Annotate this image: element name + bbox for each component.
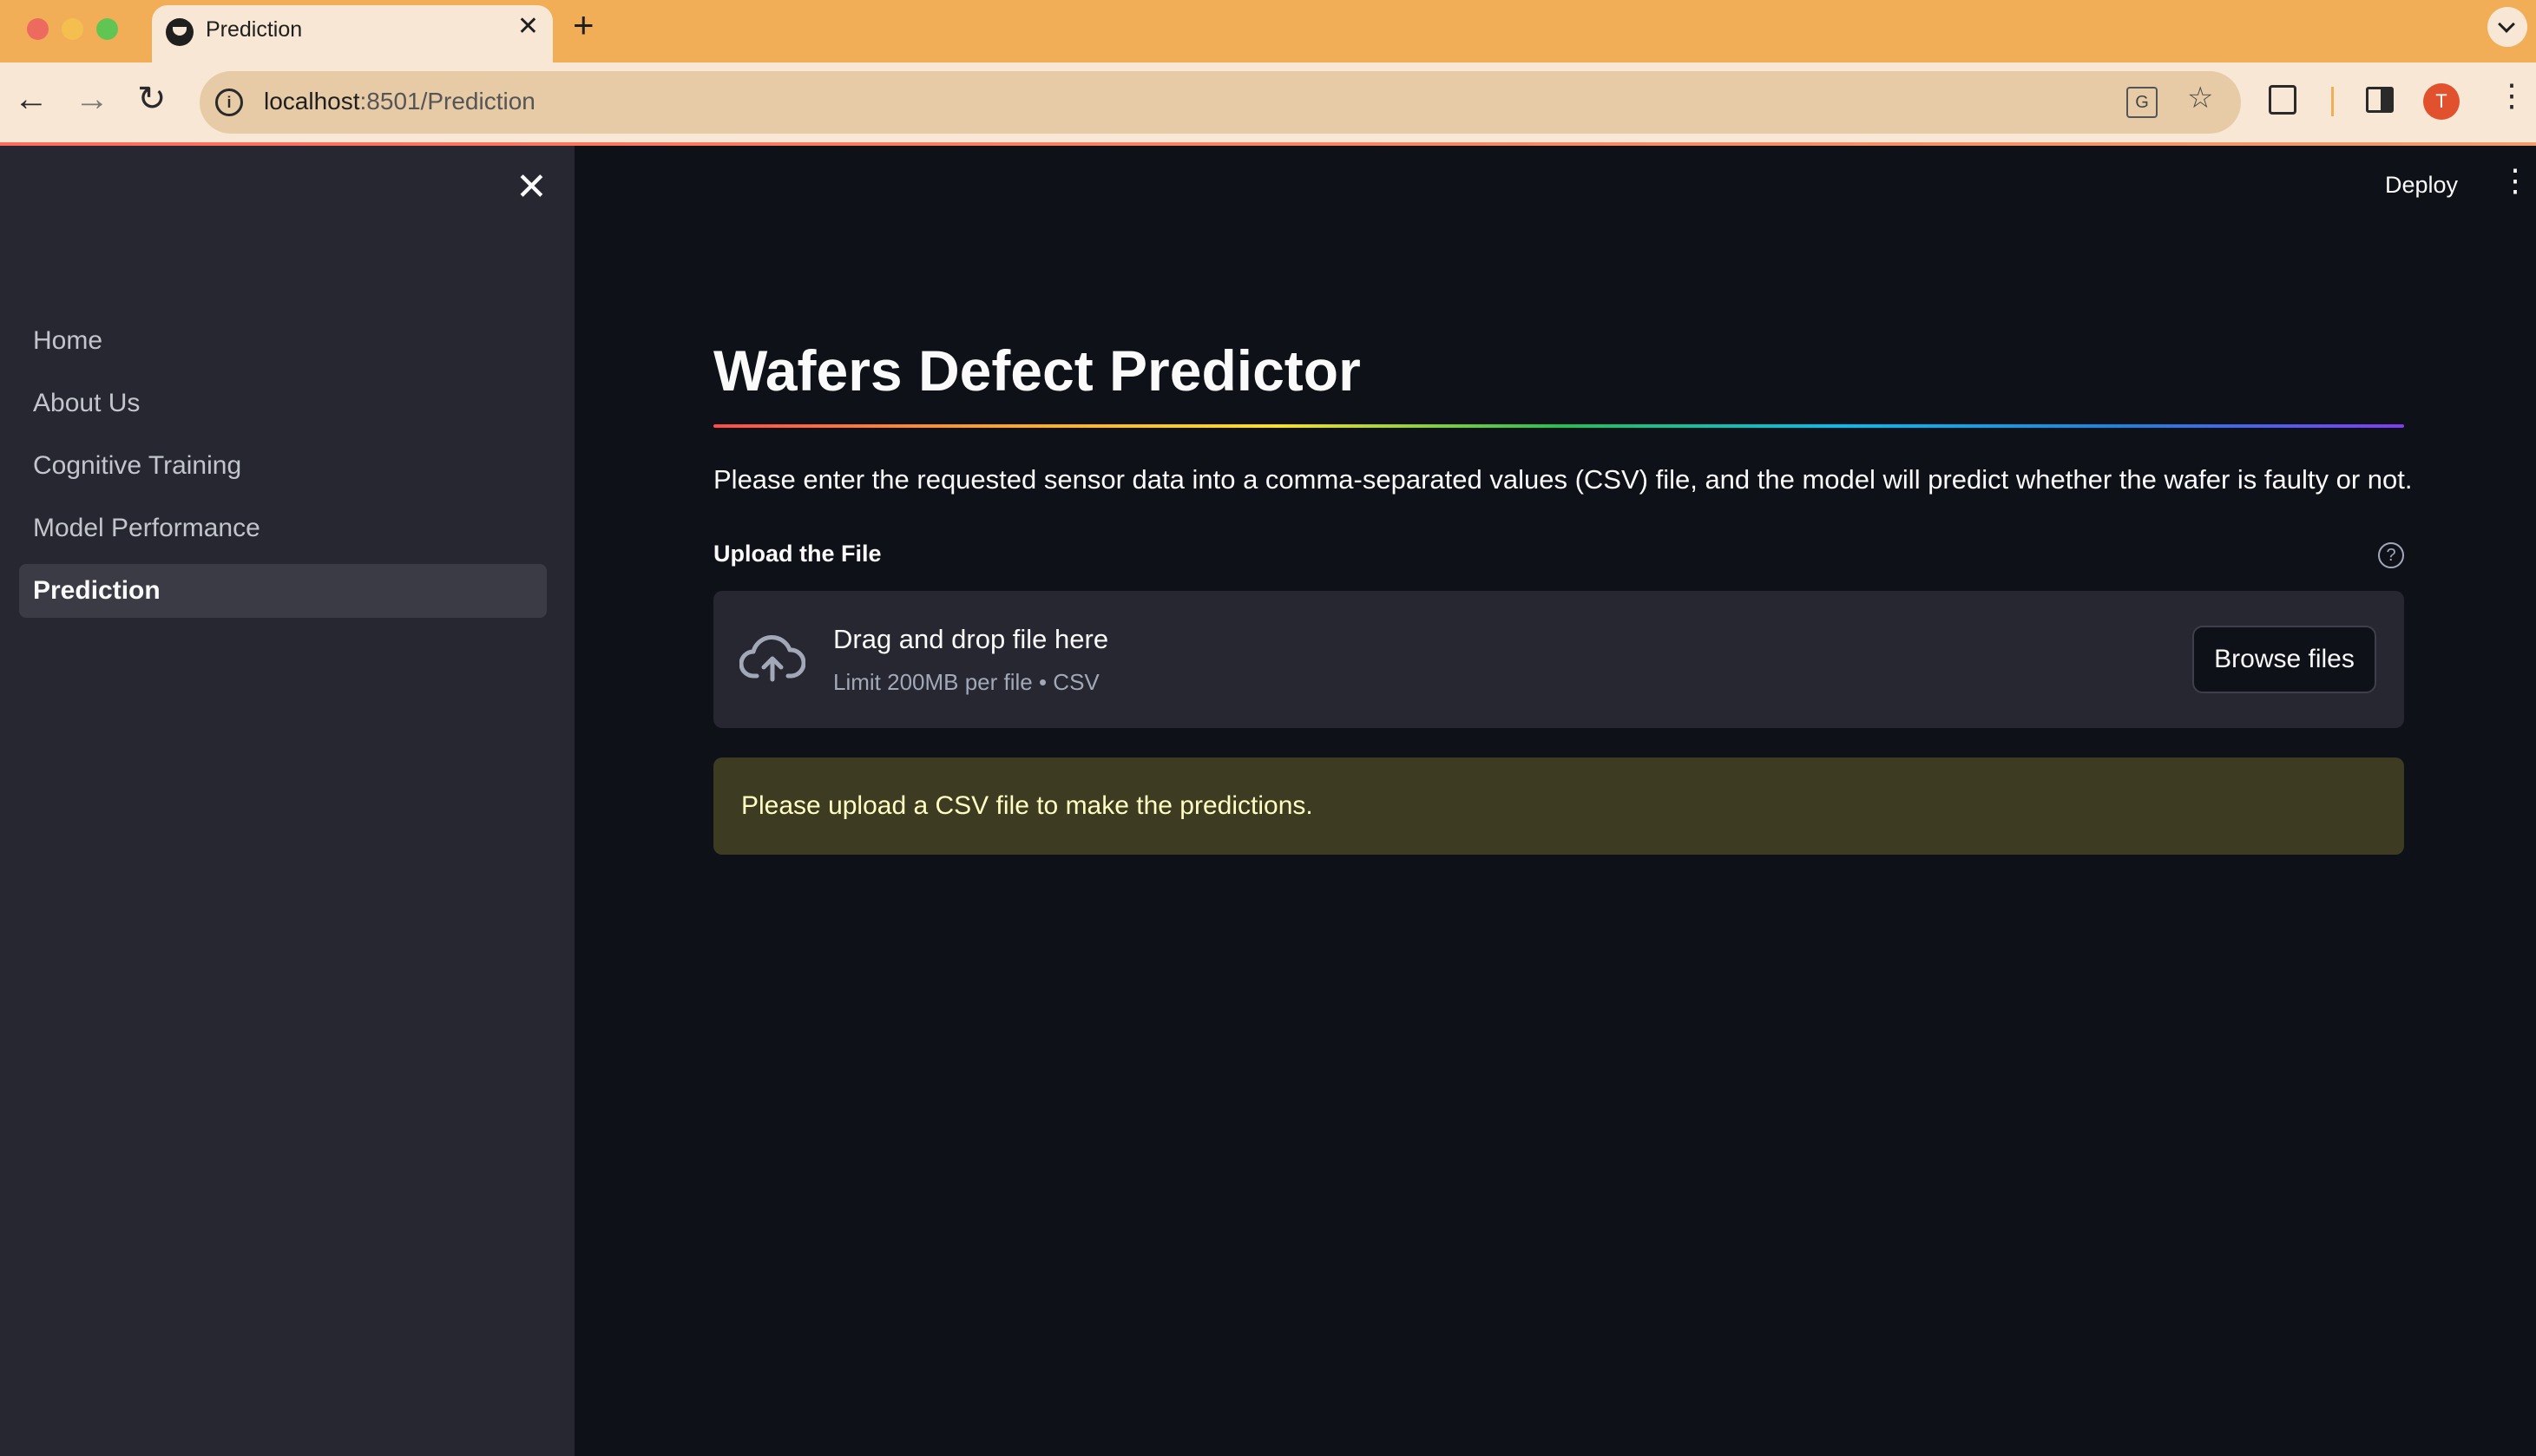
help-question-icon[interactable]: ?	[2378, 542, 2404, 569]
tab-close-icon[interactable]: ✕	[517, 14, 539, 40]
window-maximize-button[interactable]	[96, 18, 118, 40]
forward-arrow-icon[interactable]: →	[75, 82, 109, 116]
browser-menu-icon[interactable]: ⋮	[2496, 80, 2527, 111]
site-info-icon[interactable]: i	[215, 89, 243, 116]
cloud-upload-icon	[739, 635, 805, 682]
sidebar-item-cognitive-training[interactable]: Cognitive Training	[19, 439, 547, 493]
browser-toolbar: ← → ↻ i localhost:8501/Prediction G ☆ T …	[0, 62, 2536, 143]
tab-search-chevron-icon[interactable]	[2487, 7, 2527, 47]
sidebar-item-model-performance[interactable]: Model Performance	[19, 502, 547, 555]
upload-label: Upload the File	[713, 541, 882, 567]
address-bar[interactable]: i localhost:8501/Prediction G ☆	[200, 71, 2241, 134]
window-minimize-button[interactable]	[62, 18, 83, 40]
sidebar-nav: Home About Us Cognitive Training Model P…	[19, 314, 547, 626]
page-body: Wafers Defect Predictor Please enter the…	[713, 337, 2413, 856]
back-arrow-icon[interactable]: ←	[14, 82, 49, 116]
browser-tab-strip: Prediction ✕ +	[0, 0, 2536, 62]
sidebar-item-home[interactable]: Home	[19, 314, 547, 368]
side-panel-icon[interactable]	[2366, 87, 2394, 113]
upload-label-row: Upload the File ?	[713, 541, 2404, 572]
tab-title: Prediction	[206, 17, 303, 42]
sidebar-item-about-us[interactable]: About Us	[19, 377, 547, 430]
warning-alert: Please upload a CSV file to make the pre…	[713, 758, 2404, 856]
sidebar: ✕ Home About Us Cognitive Training Model…	[0, 146, 575, 1456]
streamlit-favicon-icon	[166, 18, 194, 46]
new-tab-button[interactable]: +	[573, 7, 595, 43]
deploy-button[interactable]: Deploy	[2385, 172, 2458, 199]
intro-text: Please enter the requested sensor data i…	[713, 464, 2413, 495]
window-close-button[interactable]	[27, 18, 49, 40]
profile-avatar[interactable]: T	[2423, 83, 2460, 120]
browser-tab-prediction[interactable]: Prediction ✕	[152, 5, 553, 62]
toolbar-separator	[2331, 87, 2334, 116]
page-title: Wafers Defect Predictor	[713, 338, 1361, 403]
url-text[interactable]: localhost:8501/Prediction	[264, 88, 535, 115]
sidebar-close-icon[interactable]: ✕	[516, 168, 548, 207]
sidebar-item-prediction[interactable]: Prediction	[19, 564, 547, 618]
extensions-puzzle-icon[interactable]	[2269, 85, 2296, 115]
dropzone-limit-text: Limit 200MB per file • CSV	[833, 669, 1100, 696]
reload-icon[interactable]: ↻	[137, 82, 167, 116]
bookmark-star-icon[interactable]: ☆	[2187, 83, 2213, 113]
title-divider	[713, 424, 2404, 429]
app-menu-icon[interactable]: ⋮	[2500, 165, 2531, 196]
dropzone-title: Drag and drop file here	[833, 624, 1109, 655]
browse-files-button[interactable]: Browse files	[2192, 626, 2376, 694]
file-dropzone[interactable]: Drag and drop file here Limit 200MB per …	[713, 591, 2404, 729]
main-content: Deploy ⋮ Wafers Defect Predictor Please …	[575, 146, 2536, 1456]
translate-icon[interactable]: G	[2126, 87, 2158, 118]
